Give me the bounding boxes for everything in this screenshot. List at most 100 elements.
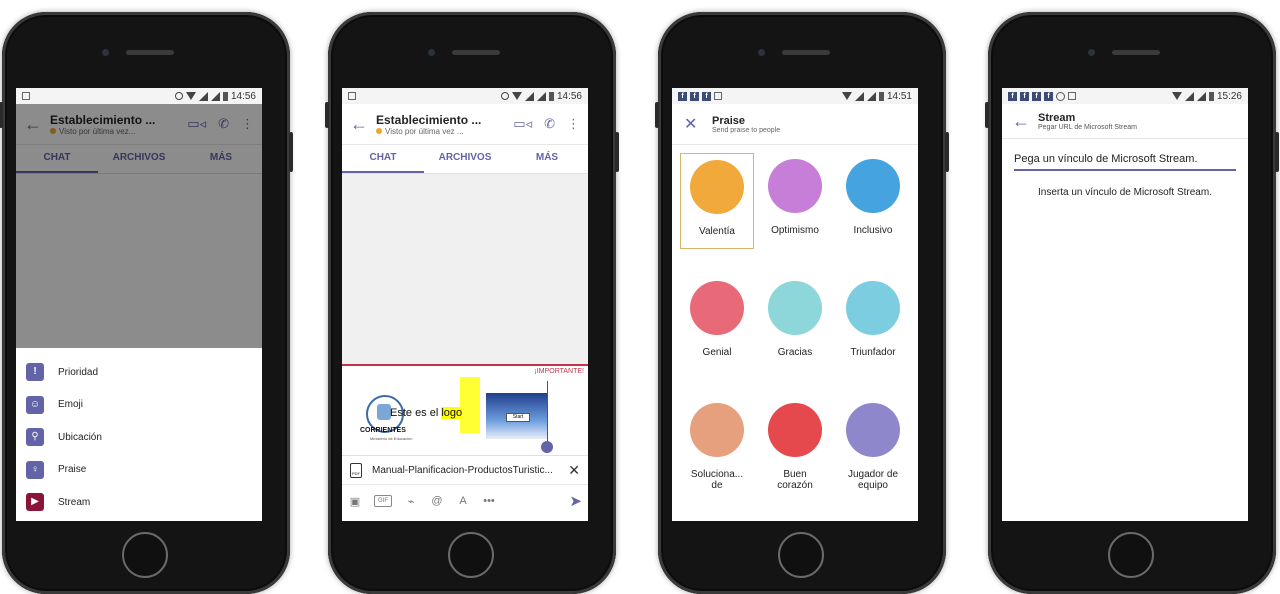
message-extensions-sheet: ! Prioridad ☺ Emoji ⚲ Ubicación ♀ Praise… xyxy=(16,348,262,521)
badge-label: Optimismo xyxy=(771,225,819,236)
badge-label: Buen corazón xyxy=(777,469,813,491)
badge-grid: Valentía Optimismo Inclusivo Genial Gracias T… xyxy=(672,145,918,519)
power-button xyxy=(615,132,619,172)
signal-icon xyxy=(1184,91,1194,101)
menu-item-label: Ubicación xyxy=(58,431,102,443)
menu-item-stream[interactable]: ▶ Stream xyxy=(16,486,262,519)
volume-button xyxy=(655,102,659,128)
menu-item-praise[interactable]: ♀ Praise xyxy=(16,454,262,487)
home-button[interactable] xyxy=(778,532,824,578)
badge-illustration-icon xyxy=(768,159,822,213)
wifi-icon xyxy=(841,92,852,100)
screen: 14:56 ← Establecimiento ... Visto por úl… xyxy=(342,88,588,521)
compose-text: Este es el logo xyxy=(390,407,463,419)
volume-button xyxy=(985,102,989,128)
facebook-notification-icon: f xyxy=(1044,91,1053,101)
home-button[interactable] xyxy=(448,532,494,578)
highlight-block xyxy=(460,377,480,433)
status-time: 14:56 xyxy=(230,90,256,102)
back-arrow-icon[interactable]: ← xyxy=(1012,111,1038,132)
badge-illustration-icon xyxy=(690,403,744,457)
phone-3: f f f 14:51 ✕ Praise Send praise to peop… xyxy=(655,12,949,594)
praise-badge[interactable]: Gracias xyxy=(758,275,832,397)
gif-icon[interactable]: GIF xyxy=(374,495,392,507)
phone-call-icon[interactable]: ✆ xyxy=(544,116,555,132)
back-arrow-icon[interactable]: ← xyxy=(350,114,376,135)
badge-label: Genial xyxy=(702,347,732,358)
close-icon[interactable]: ✕ xyxy=(684,114,712,134)
menu-item-label: Emoji xyxy=(58,399,84,411)
menu-item-emoji[interactable]: ☺ Emoji xyxy=(16,389,262,422)
praise-badge[interactable]: Triunfador xyxy=(836,275,910,397)
stream-url-input[interactable]: Pega un vínculo de Microsoft Stream. xyxy=(1014,149,1236,171)
image-notification-icon xyxy=(22,92,30,100)
menu-item-prioridad[interactable]: ! Prioridad xyxy=(16,356,262,389)
menu-item-ubicacion[interactable]: ⚲ Ubicación xyxy=(16,421,262,454)
compose-toolbar: ▣ GIF ⌁ @ A ••• ➤ xyxy=(342,484,588,517)
stream-header: ← Stream Pegar URL de Microsoft Stream xyxy=(1002,104,1248,139)
status-bar: 14:56 xyxy=(342,88,588,104)
signal-icon-2 xyxy=(866,91,876,101)
modal-overlay[interactable] xyxy=(16,104,262,348)
front-camera xyxy=(102,49,109,56)
image-icon[interactable]: ▣ xyxy=(348,495,362,508)
remove-attachment-icon[interactable]: ✕ xyxy=(568,462,580,479)
home-button[interactable] xyxy=(122,532,168,578)
badge-label: Jugador de equipo xyxy=(847,469,899,491)
more-icon[interactable]: ••• xyxy=(482,495,496,507)
status-bar: 14:56 xyxy=(16,88,262,104)
menu-item-label: Praise xyxy=(58,464,87,476)
badge-label: Triunfador xyxy=(850,347,896,358)
signal-icon-2 xyxy=(536,91,546,101)
badge-illustration-icon xyxy=(846,403,900,457)
mention-icon[interactable]: @ xyxy=(430,495,444,507)
praise-icon: ♀ xyxy=(26,460,44,479)
volume-button xyxy=(325,102,329,128)
attachment-name[interactable]: Manual-Planificacion-ProductosTuristic..… xyxy=(372,465,562,476)
text-cursor xyxy=(547,381,548,443)
format-icon[interactable]: A xyxy=(456,495,470,507)
power-button xyxy=(289,132,293,172)
tab-chat[interactable]: CHAT xyxy=(342,145,424,173)
power-button xyxy=(1275,132,1279,172)
praise-badge[interactable]: Valentía xyxy=(680,153,754,249)
home-button[interactable] xyxy=(1108,532,1154,578)
tab-archivos[interactable]: ARCHIVOS xyxy=(424,145,506,173)
badge-illustration-icon xyxy=(846,281,900,335)
chat-tabs: CHAT ARCHIVOS MÁS xyxy=(342,145,588,174)
earpiece-speaker xyxy=(452,50,500,55)
attachment-row: PDF Manual-Planificacion-ProductosTurist… xyxy=(342,455,588,484)
earpiece-speaker xyxy=(1112,50,1160,55)
praise-badge[interactable]: Genial xyxy=(680,275,754,397)
stream-icon: ▶ xyxy=(26,493,44,512)
presence-away-icon xyxy=(376,128,382,134)
status-time: 14:51 xyxy=(886,90,912,102)
earpiece-speaker xyxy=(782,50,830,55)
battery-icon xyxy=(548,91,554,101)
praise-badge[interactable]: Inclusivo xyxy=(836,153,910,275)
inline-image[interactable]: Start xyxy=(486,393,548,439)
chat-title: Establecimiento ... xyxy=(376,112,482,127)
attach-icon[interactable]: ⌁ xyxy=(404,495,418,508)
badge-illustration-icon xyxy=(690,160,744,214)
send-icon[interactable]: ➤ xyxy=(569,492,582,510)
more-options-icon[interactable]: ⋮ xyxy=(567,116,580,132)
signal-icon-2 xyxy=(1196,91,1206,101)
tab-mas[interactable]: MÁS xyxy=(506,145,588,173)
stream-title: Stream xyxy=(1038,111,1076,124)
cursor-handle[interactable] xyxy=(541,441,553,453)
screen: 14:56 ← Establecimiento ... Visto por úl… xyxy=(16,88,262,521)
praise-badge[interactable]: Jugador de equipo xyxy=(836,397,910,519)
video-call-icon[interactable]: ▭◃ xyxy=(513,116,532,132)
status-time: 14:56 xyxy=(556,90,582,102)
praise-badge[interactable]: Soluciona... de xyxy=(680,397,754,519)
menu-item-label: Prioridad xyxy=(58,366,99,378)
badge-illustration-icon xyxy=(690,281,744,335)
compose-rich-content[interactable]: CORRIENTES Ministerio de Educación Start… xyxy=(348,377,582,453)
facebook-notification-icon: f xyxy=(678,91,687,101)
last-seen-text: Visto por última vez ... xyxy=(385,126,464,136)
praise-badge[interactable]: Buen corazón xyxy=(758,397,832,519)
emoji-icon: ☺ xyxy=(26,395,44,414)
compose-text-before: Este es el xyxy=(390,407,442,419)
praise-badge[interactable]: Optimismo xyxy=(758,153,832,275)
